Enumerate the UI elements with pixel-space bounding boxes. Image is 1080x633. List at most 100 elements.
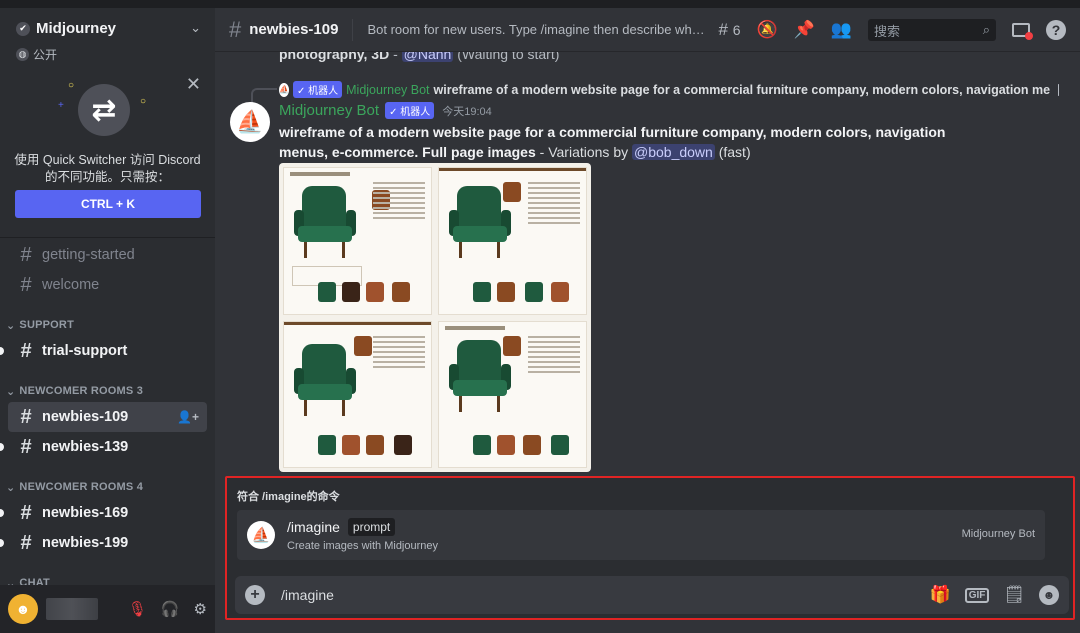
- command-suggestion-imagine[interactable]: ⛵ /imagine prompt Create images with Mid…: [237, 510, 1045, 560]
- reply-author[interactable]: Midjourney Bot: [346, 83, 429, 97]
- threads-button[interactable]: # 6: [719, 20, 741, 40]
- message-body: wireframe of a modern website page for a…: [279, 122, 979, 162]
- thread-hash-icon: #: [20, 435, 32, 458]
- divider: [352, 18, 354, 41]
- chevron-down-icon: ⌄: [6, 319, 16, 332]
- close-icon[interactable]: ✕: [186, 74, 201, 95]
- sparkle-icon: ○: [140, 96, 147, 107]
- generated-image[interactable]: [438, 167, 587, 315]
- emoji-icon[interactable]: ☻: [1039, 585, 1059, 605]
- image-icon: [1058, 83, 1059, 96]
- speed-label: (fast): [714, 144, 751, 160]
- channel-label: newbies-109: [42, 409, 129, 425]
- unread-indicator: [0, 347, 4, 355]
- channel-label: welcome: [42, 277, 100, 293]
- bot-avatar[interactable]: ⛵: [230, 102, 270, 142]
- pin-icon[interactable]: 📌: [794, 20, 815, 40]
- hash-icon: #: [20, 339, 32, 362]
- discord-app: ✔ Midjourney ⌄ ◍ 公开 ✕ ○ + ○ ⇄ 使用 Quick S…: [0, 0, 1080, 633]
- search-icon: ⌕: [982, 22, 990, 37]
- gear-icon[interactable]: ⚙: [194, 600, 207, 618]
- sidebar: ✔ Midjourney ⌄ ◍ 公开 ✕ ○ + ○ ⇄ 使用 Quick S…: [0, 8, 215, 633]
- channel-newbies-109[interactable]: # newbies-109 👤+: [8, 402, 207, 432]
- inbox-icon[interactable]: [1012, 23, 1033, 40]
- message-timestamp: 今天19:04: [442, 105, 492, 118]
- public-tag: ◍ 公开: [16, 46, 57, 63]
- category-newcomer-rooms-3[interactable]: ⌄ NEWCOMER ROOMS 3: [0, 380, 215, 402]
- generated-image[interactable]: [283, 320, 432, 468]
- search-input[interactable]: 搜索 ⌕: [868, 19, 996, 41]
- unread-indicator: [0, 509, 4, 517]
- channel-newbies-169[interactable]: # newbies-169: [0, 498, 207, 528]
- reply-text: wireframe of a modern website page for a…: [433, 82, 1051, 97]
- generated-image-grid[interactable]: [279, 163, 591, 472]
- members-icon[interactable]: 👥: [831, 20, 852, 40]
- command-source: Midjourney Bot: [961, 528, 1035, 540]
- category-label: NEWCOMER ROOMS 4: [19, 481, 144, 493]
- unread-indicator: [0, 443, 4, 451]
- server-name-label: Midjourney: [36, 20, 117, 37]
- bot-badge: ✓ 机器人: [292, 81, 343, 98]
- previous-message-tail: photography, 3D - @Nahh (Waiting to star…: [279, 52, 559, 62]
- job-status: (Waiting to start): [457, 52, 560, 62]
- channel-welcome[interactable]: # welcome: [8, 270, 207, 300]
- visibility-label: 公开: [33, 48, 58, 62]
- command-description: Create images with Midjourney: [287, 540, 439, 552]
- username-redacted: [46, 598, 98, 620]
- chevron-down-icon: ⌄: [6, 481, 16, 494]
- category-newcomer-rooms-4[interactable]: ⌄ NEWCOMER ROOMS 4: [0, 476, 215, 498]
- reply-reference[interactable]: ⛵ ✓ 机器人 Midjourney Bot wireframe of a mo…: [279, 81, 1059, 98]
- thread-count: 6: [732, 22, 741, 38]
- help-icon[interactable]: ?: [1046, 20, 1066, 40]
- search-placeholder: 搜索: [874, 23, 901, 39]
- generated-image[interactable]: [438, 320, 587, 468]
- channel-getting-started[interactable]: # getting-started: [8, 240, 207, 270]
- channel-trial-support[interactable]: # trial-support: [0, 336, 207, 366]
- category-label: SUPPORT: [19, 319, 74, 331]
- user-mention[interactable]: @Nahh: [401, 52, 454, 62]
- channel-header: # newbies-109 Bot room for new users. Ty…: [215, 8, 1080, 52]
- globe-icon: ◍: [16, 48, 29, 61]
- add-attachment-icon[interactable]: +: [245, 585, 265, 605]
- headphones-icon[interactable]: 🎧: [161, 600, 180, 618]
- user-mention[interactable]: @bob_down: [632, 144, 715, 160]
- user-controls: 🎙 🎧 ⚙: [128, 600, 207, 618]
- variation-label: - Variations by: [535, 144, 632, 160]
- channel-list: # getting-started # welcome ⌄ SUPPORT # …: [0, 240, 215, 594]
- notification-off-icon[interactable]: 🔕: [756, 20, 777, 40]
- add-user-icon[interactable]: 👤+: [177, 410, 199, 424]
- channel-label: newbies-139: [42, 439, 129, 455]
- channel-label: newbies-199: [42, 535, 129, 551]
- composer-toolbar: 🎁 GIF 🗒 ☻: [930, 585, 1059, 605]
- message-header: Midjourney Bot ✓ 机器人 今天19:04: [279, 102, 492, 119]
- command-option: prompt: [347, 518, 396, 536]
- verified-icon: ✔: [16, 21, 30, 36]
- channel-topic[interactable]: Bot room for new users. Type /imagine th…: [367, 22, 709, 37]
- chevron-down-icon[interactable]: ⌄: [190, 20, 201, 36]
- title-bar: [0, 0, 1080, 8]
- gif-icon[interactable]: GIF: [964, 587, 990, 603]
- channel-label: getting-started: [42, 247, 135, 263]
- channel-label: trial-support: [42, 343, 128, 359]
- category-support[interactable]: ⌄ SUPPORT: [0, 314, 215, 336]
- command-autocomplete-panel: 符合 /imagine的命令 ⛵ /imagine prompt Create …: [225, 476, 1075, 620]
- channel-newbies-139[interactable]: # newbies-139: [0, 432, 207, 462]
- hash-icon: #: [20, 243, 32, 266]
- sparkle-icon: ○: [68, 80, 75, 91]
- quick-switcher-line2: 的不同功能。只需按：: [44, 170, 170, 184]
- chevron-down-icon: ⌄: [6, 385, 16, 398]
- bot-badge: ✓ 机器人: [385, 102, 435, 119]
- shortcut-button[interactable]: CTRL + K: [15, 190, 201, 218]
- unread-indicator: [0, 539, 4, 547]
- message-author[interactable]: Midjourney Bot: [279, 102, 379, 119]
- sticker-icon[interactable]: 🗒: [1003, 585, 1025, 605]
- channel-newbies-199[interactable]: # newbies-199: [0, 528, 207, 558]
- gift-icon[interactable]: 🎁: [930, 585, 951, 605]
- microphone-muted-icon[interactable]: 🎙: [128, 600, 147, 618]
- generated-image[interactable]: [283, 167, 432, 315]
- message-input[interactable]: [281, 587, 881, 603]
- avatar[interactable]: ☻: [8, 594, 38, 624]
- user-panel: ☻ 🎙 🎧 ⚙: [0, 585, 215, 633]
- previous-prompt: photography, 3D: [279, 52, 390, 62]
- message-list: photography, 3D - @Nahh (Waiting to star…: [215, 52, 1080, 472]
